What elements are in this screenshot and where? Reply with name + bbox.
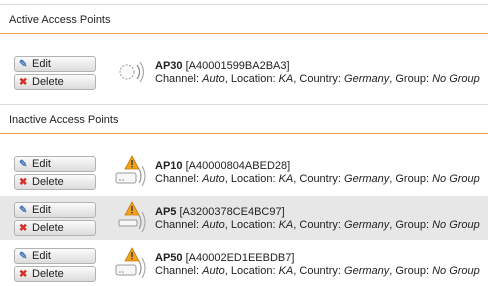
edit-icon: ✎ bbox=[19, 251, 28, 262]
delete-button[interactable]: ✖ Delete bbox=[14, 220, 96, 236]
edit-button[interactable]: ✎ Edit bbox=[14, 56, 96, 72]
active-access-points-header: Active Access Points bbox=[0, 4, 488, 34]
delete-button[interactable]: ✖ Delete bbox=[14, 266, 96, 282]
ap-warning-icon bbox=[118, 201, 146, 233]
ap-name: AP10 [A40000804ABED28] bbox=[155, 160, 291, 172]
ap-details: Channel: Auto, Location: KA, Country: Ge… bbox=[155, 73, 480, 85]
ap-row-ap30: ✎ Edit ✖ Delete AP30 [A40001599BA2BA3] Cha… bbox=[0, 50, 488, 94]
edit-button[interactable]: ✎ Edit bbox=[14, 248, 96, 264]
edit-icon: ✎ bbox=[19, 59, 28, 70]
ap-name: AP5 [A3200378CE4BC97] bbox=[155, 206, 285, 218]
edit-button[interactable]: ✎ Edit bbox=[14, 202, 96, 218]
delete-button[interactable]: ✖ Delete bbox=[14, 174, 96, 190]
delete-button[interactable]: ✖ Delete bbox=[14, 74, 96, 90]
ap-row-ap50: ✎ Edit ✖ Delete AP50 [A40002ED1EEBDB7] Cha… bbox=[0, 242, 488, 286]
edit-icon: ✎ bbox=[19, 205, 28, 216]
access-points-panel: Active Access Points ✎ Edit ✖ Delete AP30 … bbox=[0, 0, 488, 284]
ap-name: AP50 [A40002ED1EEBDB7] bbox=[155, 252, 295, 264]
ap-name: AP30 [A40001599BA2BA3] bbox=[155, 60, 290, 72]
ap-row-ap10: ✎ Edit ✖ Delete AP10 [A40000804ABED28] Cha… bbox=[0, 150, 488, 194]
inactive-access-points-header: Inactive Access Points bbox=[0, 104, 488, 134]
ap-details: Channel: Auto, Location: KA, Country: Ge… bbox=[155, 219, 480, 231]
inactive-access-points-title: Inactive Access Points bbox=[9, 114, 119, 126]
edit-button[interactable]: ✎ Edit bbox=[14, 156, 96, 172]
delete-icon: ✖ bbox=[19, 223, 28, 234]
active-access-points-title: Active Access Points bbox=[9, 14, 111, 26]
delete-icon: ✖ bbox=[19, 77, 28, 88]
ap-details: Channel: Auto, Location: KA, Country: Ge… bbox=[155, 265, 480, 277]
delete-icon: ✖ bbox=[19, 269, 28, 280]
delete-icon: ✖ bbox=[19, 177, 28, 188]
ap-warning-icon bbox=[115, 247, 146, 279]
ap-row-ap5: ✎ Edit ✖ Delete AP5 [A3200378CE4BC97] Chan… bbox=[0, 196, 488, 240]
edit-icon: ✎ bbox=[19, 159, 28, 170]
ap-warning-icon bbox=[115, 155, 146, 187]
ap-details: Channel: Auto, Location: KA, Country: Ge… bbox=[155, 173, 480, 185]
ap-ok-icon bbox=[119, 61, 145, 83]
